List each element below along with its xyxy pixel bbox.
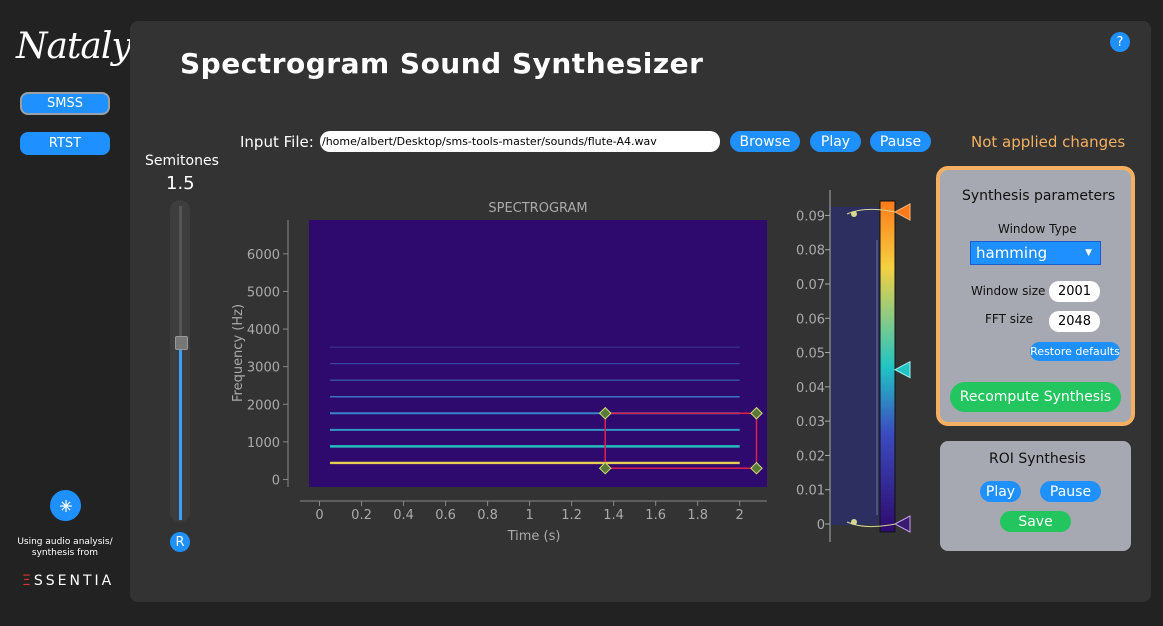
colorbar-tick-label: 0.05	[796, 347, 825, 362]
spectrogram-chart[interactable]: SPECTROGRAM 0 0.2 0.4 0.6 0.8 1 1.2 1.4 1.6 1.8 20…	[220, 195, 780, 550]
play-input-button[interactable]: Play	[810, 131, 861, 152]
window-type-label: Window Type	[998, 222, 1077, 236]
nav-smss-button[interactable]: SMSS	[20, 92, 110, 115]
snowflake-icon[interactable]	[50, 490, 81, 521]
recompute-synthesis-button[interactable]: Recompute Synthesis	[950, 382, 1121, 412]
roi-play-button[interactable]: Play	[980, 481, 1021, 502]
slider-fill	[179, 345, 182, 520]
colorbar-chart[interactable]: 0 0.01 0.02 0.03 0.04 0.05 0.06 0.07 0.08 0.09	[785, 185, 920, 550]
colorbar-tick-label: 0	[817, 518, 825, 533]
pause-input-button[interactable]: Pause	[870, 131, 931, 152]
x-tick-label: 1.6	[645, 508, 666, 523]
x-tick-label: 1.8	[687, 508, 708, 523]
colorbar-gradient	[879, 200, 896, 533]
window-type-value: hamming	[976, 244, 1048, 262]
reset-semitones-button[interactable]: R	[170, 532, 190, 552]
page-title: Spectrogram Sound Synthesizer	[180, 47, 704, 80]
colorbar-tick-label: 0.07	[796, 278, 825, 293]
semitones-label: Semitones	[145, 153, 219, 169]
y-axis-label: Frequency (Hz)	[231, 304, 246, 402]
x-tick-label: 1.4	[603, 508, 624, 523]
roi-save-button[interactable]: Save	[1000, 511, 1071, 532]
colorbar-tick-label: 0.03	[796, 415, 825, 430]
colorbar-ticks: 0 0.01 0.02 0.03 0.04 0.05 0.06 0.07 0.08 0.09	[796, 209, 830, 533]
x-axis-label: Time (s)	[507, 529, 561, 544]
y-tick-label: 0	[272, 473, 280, 488]
x-tick-label: 0.4	[393, 508, 414, 523]
window-size-field[interactable]: 2001	[1049, 281, 1100, 302]
x-tick-label: 0	[315, 508, 323, 523]
nav-rtst-button[interactable]: RTST	[20, 132, 110, 155]
colorbar-tick-label: 0.06	[796, 312, 825, 327]
using-essentia-text: Using audio analysis/ synthesis from	[17, 537, 113, 558]
app-logo: Nataly	[16, 26, 132, 67]
colorbar-tick-label: 0.02	[796, 449, 825, 464]
y-tick-label: 3000	[247, 361, 280, 376]
essentia-logo: ΞSSENTIA	[22, 573, 115, 589]
colorbar-handle-bottom	[851, 519, 857, 525]
colorbar-marker-mid[interactable]	[893, 360, 911, 379]
input-file-field[interactable]: /home/albert/Desktop/sms-tools-master/so…	[320, 131, 720, 152]
y-tick-label: 2000	[247, 398, 280, 413]
colorbar-tick-label: 0.04	[796, 381, 825, 396]
x-tick-label: 1.2	[561, 508, 582, 523]
x-tick-label: 2	[736, 508, 744, 523]
x-tick-label: 0.2	[351, 508, 372, 523]
chart-title: SPECTROGRAM	[488, 201, 587, 216]
colorbar-marker-top[interactable]	[893, 203, 911, 221]
colorbar-handle-top	[851, 211, 857, 217]
fft-size-label: FFT size	[985, 312, 1034, 326]
colorbar-tick-label: 0.01	[796, 484, 825, 499]
y-tick-label: 4000	[247, 323, 280, 338]
synthesis-panel-title: Synthesis parameters	[962, 188, 1116, 204]
y-tick-label: 5000	[247, 285, 280, 300]
x-tick-label: 1	[525, 508, 533, 523]
colorbar-tick-label: 0.09	[796, 209, 825, 224]
help-button[interactable]: ?	[1110, 32, 1130, 52]
y-tick-label: 1000	[247, 436, 280, 451]
input-file-label: Input File:	[240, 133, 314, 151]
sidebar: Nataly SMSS RTST Using audio analysis/ s…	[0, 0, 132, 626]
status-text: Not applied changes	[971, 133, 1126, 151]
restore-defaults-button[interactable]: Restore defaults	[1030, 342, 1120, 361]
slider-handle[interactable]	[175, 336, 188, 350]
colorbar-marker-bottom[interactable]	[893, 515, 911, 533]
window-size-label: Window size	[971, 284, 1046, 298]
window-type-select[interactable]: hamming ▼	[970, 241, 1101, 265]
x-tick-label: 0.6	[435, 508, 456, 523]
y-tick-label: 6000	[247, 248, 280, 263]
histogram-area	[831, 207, 879, 525]
roi-pause-button[interactable]: Pause	[1040, 481, 1101, 502]
semitones-value: 1.5	[166, 173, 195, 194]
colorbar-tick-label: 0.08	[796, 244, 825, 259]
chevron-down-icon: ▼	[1085, 248, 1092, 258]
roi-panel-title: ROI Synthesis	[989, 451, 1086, 467]
x-tick-label: 0.8	[477, 508, 498, 523]
browse-button[interactable]: Browse	[730, 131, 800, 152]
fft-size-field[interactable]: 2048	[1049, 311, 1100, 332]
